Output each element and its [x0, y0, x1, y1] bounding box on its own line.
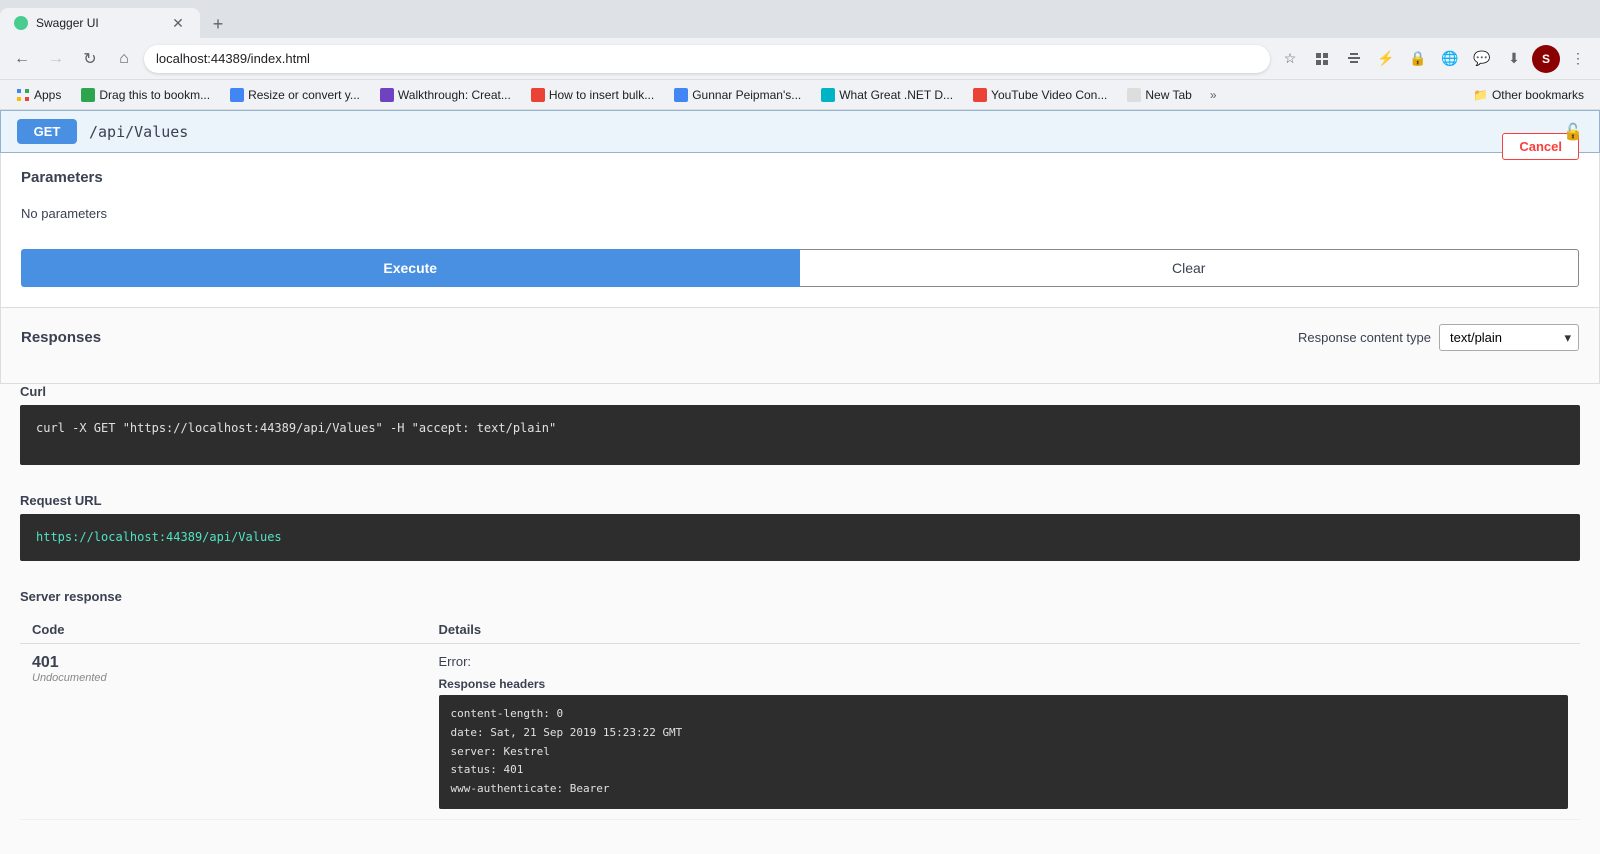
- bookmark-dotnet[interactable]: What Great .NET D...: [813, 85, 961, 105]
- home-button[interactable]: ⌂: [110, 45, 138, 73]
- tab-close-button[interactable]: ✕: [170, 15, 186, 31]
- bookmark-newtab-favicon: [1127, 88, 1141, 102]
- bookmark-gunnar-label: Gunnar Peipman's...: [692, 88, 801, 102]
- nav-bar: ← → ↻ ⌂ ☆ ⚡ 🔒 🌐 💬 ⬇ S ⋮: [0, 38, 1600, 80]
- bookmark-dotnet-favicon: [821, 88, 835, 102]
- tab-bar: Swagger UI ✕ +: [0, 0, 1600, 38]
- download-button[interactable]: ⬇: [1500, 45, 1528, 73]
- translate-button[interactable]: 🌐: [1436, 45, 1464, 73]
- bookmarks-bar: Apps Drag this to bookm... Resize or con…: [0, 80, 1600, 110]
- response-content-type-label: Response content type: [1298, 330, 1431, 345]
- bookmark-insert[interactable]: How to insert bulk...: [523, 85, 662, 105]
- bookmark-drag[interactable]: Drag this to bookm...: [73, 85, 218, 105]
- bookmark-walkthrough[interactable]: Walkthrough: Creat...: [372, 85, 519, 105]
- no-params-text: No parameters: [21, 198, 1579, 229]
- chat-button[interactable]: 💬: [1468, 45, 1496, 73]
- address-bar[interactable]: [144, 45, 1270, 73]
- bookmark-newtab[interactable]: New Tab: [1119, 85, 1199, 105]
- bookmark-star-button[interactable]: ☆: [1276, 45, 1304, 73]
- response-code: 401: [32, 654, 415, 672]
- request-url-value: https://localhost:44389/api/Values: [20, 514, 1580, 561]
- bookmark-gunnar[interactable]: Gunnar Peipman's...: [666, 85, 809, 105]
- server-response-title: Server response: [20, 589, 1580, 604]
- bookmark-insert-favicon: [531, 88, 545, 102]
- curl-label: Curl: [20, 384, 1580, 399]
- method-badge: GET: [17, 119, 77, 144]
- new-tab-button[interactable]: +: [204, 10, 232, 38]
- sync-icon-button[interactable]: [1340, 45, 1368, 73]
- bookmark-apps[interactable]: Apps: [8, 85, 69, 105]
- response-content-type-wrapper: text/plain application/json text/json: [1439, 324, 1579, 351]
- response-table: Code Details 401 Undocumented Error:: [20, 616, 1580, 819]
- nav-icons: ☆ ⚡ 🔒 🌐 💬 ⬇ S ⋮: [1276, 45, 1592, 73]
- clear-button[interactable]: Clear: [800, 249, 1580, 287]
- response-details-cell: Error: Response headers content-length: …: [427, 644, 1580, 819]
- undocumented-label: Undocumented: [32, 672, 415, 684]
- action-buttons: Execute Clear: [21, 249, 1579, 287]
- active-tab[interactable]: Swagger UI ✕: [0, 8, 200, 38]
- extension-button[interactable]: [1308, 45, 1336, 73]
- bookmark-drag-favicon: [81, 88, 95, 102]
- bookmark-youtube[interactable]: YouTube Video Con...: [965, 85, 1115, 105]
- bookmark-apps-label: Apps: [34, 88, 61, 102]
- responses-header: Responses Response content type text/pla…: [21, 324, 1579, 351]
- bookmark-dotnet-label: What Great .NET D...: [839, 88, 953, 102]
- responses-section: Responses Response content type text/pla…: [0, 308, 1600, 384]
- bookmark-youtube-label: YouTube Video Con...: [991, 88, 1107, 102]
- response-headers-label: Response headers: [439, 677, 1568, 691]
- parameters-section: Cancel Parameters No parameters Execute …: [0, 153, 1600, 308]
- response-headers-value: content-length: 0 date: Sat, 21 Sep 2019…: [439, 695, 1568, 808]
- profile-button[interactable]: S: [1532, 45, 1560, 73]
- parameters-title: Parameters: [21, 169, 1579, 186]
- bookmark-more-button[interactable]: »: [1204, 85, 1223, 105]
- back-button[interactable]: ←: [8, 45, 36, 73]
- endpoint-header: GET /api/Values 🔓: [0, 110, 1600, 153]
- curl-value: curl -X GET "https://localhost:44389/api…: [20, 405, 1580, 465]
- endpoint-path: /api/Values: [89, 123, 188, 141]
- other-bookmarks-label: Other bookmarks: [1492, 88, 1584, 102]
- code-column-header: Code: [20, 616, 427, 644]
- reload-button[interactable]: ↻: [76, 45, 104, 73]
- bookmark-youtube-favicon: [973, 88, 987, 102]
- curl-section: Curl curl -X GET "https://localhost:4438…: [0, 384, 1600, 481]
- request-url-label: Request URL: [20, 493, 1580, 508]
- browser-window: Swagger UI ✕ + ← → ↻ ⌂ ☆ ⚡ 🔒 🌐 💬 ⬇ S ⋮: [0, 0, 1600, 854]
- execute-button[interactable]: Execute: [21, 249, 800, 287]
- lock-icon: 🔓: [1563, 122, 1583, 142]
- error-text: Error:: [439, 654, 1568, 669]
- other-bookmarks[interactable]: 📁 Other bookmarks: [1465, 85, 1592, 105]
- table-row: 401 Undocumented Error: Response headers…: [20, 644, 1580, 819]
- forward-button[interactable]: →: [42, 45, 70, 73]
- response-code-cell: 401 Undocumented: [20, 644, 427, 819]
- tab-favicon: [14, 16, 28, 30]
- bookmark-newtab-label: New Tab: [1145, 88, 1191, 102]
- bookmark-walkthrough-favicon: [380, 88, 394, 102]
- bookmark-insert-label: How to insert bulk...: [549, 88, 654, 102]
- vpn-button[interactable]: 🔒: [1404, 45, 1432, 73]
- bookmark-drag-label: Drag this to bookm...: [99, 88, 210, 102]
- lightning-button[interactable]: ⚡: [1372, 45, 1400, 73]
- details-column-header: Details: [427, 616, 1580, 644]
- bookmark-gunnar-favicon: [674, 88, 688, 102]
- tab-title: Swagger UI: [36, 16, 99, 30]
- bookmark-walkthrough-label: Walkthrough: Creat...: [398, 88, 511, 102]
- responses-title: Responses: [21, 329, 101, 346]
- server-response-section: Server response Code Details 401 Undocum…: [0, 589, 1600, 819]
- bookmarks-right: 📁 Other bookmarks: [1465, 85, 1592, 105]
- menu-button[interactable]: ⋮: [1564, 45, 1592, 73]
- bookmark-resize-label: Resize or convert y...: [248, 88, 360, 102]
- request-url-section: Request URL https://localhost:44389/api/…: [0, 493, 1600, 577]
- response-content-type-select[interactable]: text/plain application/json text/json: [1439, 324, 1579, 351]
- bookmark-resize[interactable]: Resize or convert y...: [222, 85, 368, 105]
- swagger-ui: GET /api/Values 🔓 Cancel Parameters No p…: [0, 110, 1600, 820]
- bookmark-resize-favicon: [230, 88, 244, 102]
- main-content: GET /api/Values 🔓 Cancel Parameters No p…: [0, 110, 1600, 854]
